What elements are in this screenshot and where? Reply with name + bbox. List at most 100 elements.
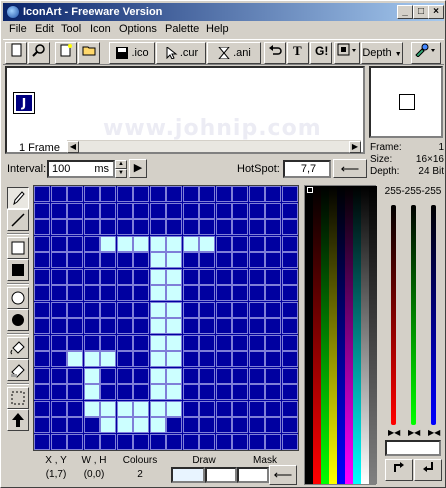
pixel-cell[interactable] [248, 285, 265, 301]
pixel-cell[interactable] [281, 367, 298, 384]
pixel-cell[interactable] [34, 285, 50, 301]
pixel-cell[interactable] [133, 334, 149, 351]
pixel-cell[interactable] [215, 186, 232, 202]
pixel-cell[interactable] [34, 186, 50, 202]
pixel-cell[interactable] [232, 235, 248, 252]
pixel-cell[interactable] [83, 334, 100, 351]
pixel-cell[interactable] [116, 367, 133, 384]
palette-stripe[interactable] [361, 186, 369, 484]
pixel-cell[interactable] [281, 186, 298, 202]
pixel-cell[interactable] [248, 202, 265, 219]
pixel-cell[interactable] [199, 433, 215, 450]
pixel-cell[interactable] [149, 433, 166, 450]
pixel-cell[interactable] [50, 186, 67, 202]
pixel-cell[interactable] [100, 400, 116, 417]
palette-stripe[interactable] [329, 186, 337, 484]
pixel-cell[interactable] [50, 301, 67, 318]
red-slider-knob-icon[interactable]: ▶◀ [388, 429, 400, 437]
pixel-cell[interactable] [149, 235, 166, 252]
pixel-cell[interactable] [232, 433, 248, 450]
pixel-cell[interactable] [67, 433, 83, 450]
pixel-cell[interactable] [50, 235, 67, 252]
pixel-cell[interactable] [83, 400, 100, 417]
minimize-button[interactable]: _ [397, 5, 413, 19]
pixel-cell[interactable] [166, 384, 182, 400]
pixel-cell[interactable] [83, 351, 100, 367]
pixel-cell[interactable] [116, 433, 133, 450]
pixel-cell[interactable] [50, 367, 67, 384]
pixel-cell[interactable] [149, 318, 166, 334]
line-tool[interactable] [7, 209, 29, 231]
pixel-cell[interactable] [50, 268, 67, 285]
pixel-cell[interactable] [116, 235, 133, 252]
pixel-cell[interactable] [100, 384, 116, 400]
pixel-cell[interactable] [116, 351, 133, 367]
pixel-cell[interactable] [166, 433, 182, 450]
pixel-cell[interactable] [67, 252, 83, 268]
pixel-cell[interactable] [199, 202, 215, 219]
scroll-right-icon[interactable]: ▶ [349, 141, 361, 153]
pixel-cell[interactable] [248, 334, 265, 351]
frame-scrollbar[interactable]: ◀ ▶ [67, 140, 361, 153]
pixel-cell[interactable] [281, 202, 298, 219]
pixel-cell[interactable] [133, 351, 149, 367]
filled-ellipse-tool[interactable] [7, 309, 29, 331]
pixel-cell[interactable] [100, 268, 116, 285]
pixel-cell[interactable] [265, 318, 281, 334]
pixel-cell[interactable] [215, 417, 232, 433]
pixel-cell[interactable] [83, 202, 100, 219]
pixel-cell[interactable] [67, 334, 83, 351]
pixel-cell[interactable] [50, 400, 67, 417]
pixel-cell[interactable] [199, 318, 215, 334]
pixel-cell[interactable] [232, 417, 248, 433]
pixel-cell[interactable] [215, 202, 232, 219]
color-picker-button[interactable] [411, 42, 441, 64]
pixel-cell[interactable] [149, 351, 166, 367]
pixel-cell[interactable] [232, 219, 248, 235]
pixel-cell[interactable] [133, 268, 149, 285]
pixel-cell[interactable] [34, 384, 50, 400]
draw-color-swatch[interactable] [171, 467, 205, 483]
pixel-cell[interactable] [133, 367, 149, 384]
pixel-cell[interactable] [50, 334, 67, 351]
pixel-cell[interactable] [232, 301, 248, 318]
pixel-cell[interactable] [182, 367, 199, 384]
pixel-cell[interactable] [248, 351, 265, 367]
pixel-cell[interactable] [116, 285, 133, 301]
pixel-cell[interactable] [133, 186, 149, 202]
pick-color-button[interactable] [414, 459, 442, 481]
pixel-cell[interactable] [199, 367, 215, 384]
pixel-cell[interactable] [232, 252, 248, 268]
pixel-cell[interactable] [116, 186, 133, 202]
pixel-cell[interactable] [265, 400, 281, 417]
hotspot-set-button[interactable]: ⟵ [333, 159, 367, 178]
pixel-cell[interactable] [67, 186, 83, 202]
pixel-cell[interactable] [116, 400, 133, 417]
pixel-cell[interactable] [100, 252, 116, 268]
pixel-cell[interactable] [215, 400, 232, 417]
depth-dropdown[interactable]: Depth ▼ [361, 42, 403, 64]
pixel-cell[interactable] [166, 367, 182, 384]
pixel-cell[interactable] [116, 417, 133, 433]
menu-edit[interactable]: Edit [35, 23, 54, 35]
pixel-cell[interactable] [182, 351, 199, 367]
pixel-cell[interactable] [149, 400, 166, 417]
pixel-cell[interactable] [265, 433, 281, 450]
pixel-cell[interactable] [281, 268, 298, 285]
pixel-cell[interactable] [199, 384, 215, 400]
pixel-cell[interactable] [67, 318, 83, 334]
pixel-cell[interactable] [248, 219, 265, 235]
pixel-cell[interactable] [50, 252, 67, 268]
pixel-cell[interactable] [149, 301, 166, 318]
pixel-cell[interactable] [50, 219, 67, 235]
pixel-cell[interactable] [265, 367, 281, 384]
pixel-canvas[interactable] [33, 185, 299, 451]
pixel-cell[interactable] [265, 384, 281, 400]
pixel-cell[interactable] [34, 219, 50, 235]
pixel-cell[interactable] [50, 433, 67, 450]
menu-icon[interactable]: Icon [90, 23, 111, 35]
pixel-cell[interactable] [281, 301, 298, 318]
pixel-cell[interactable] [166, 202, 182, 219]
pixel-cell[interactable] [248, 301, 265, 318]
pixel-cell[interactable] [281, 219, 298, 235]
